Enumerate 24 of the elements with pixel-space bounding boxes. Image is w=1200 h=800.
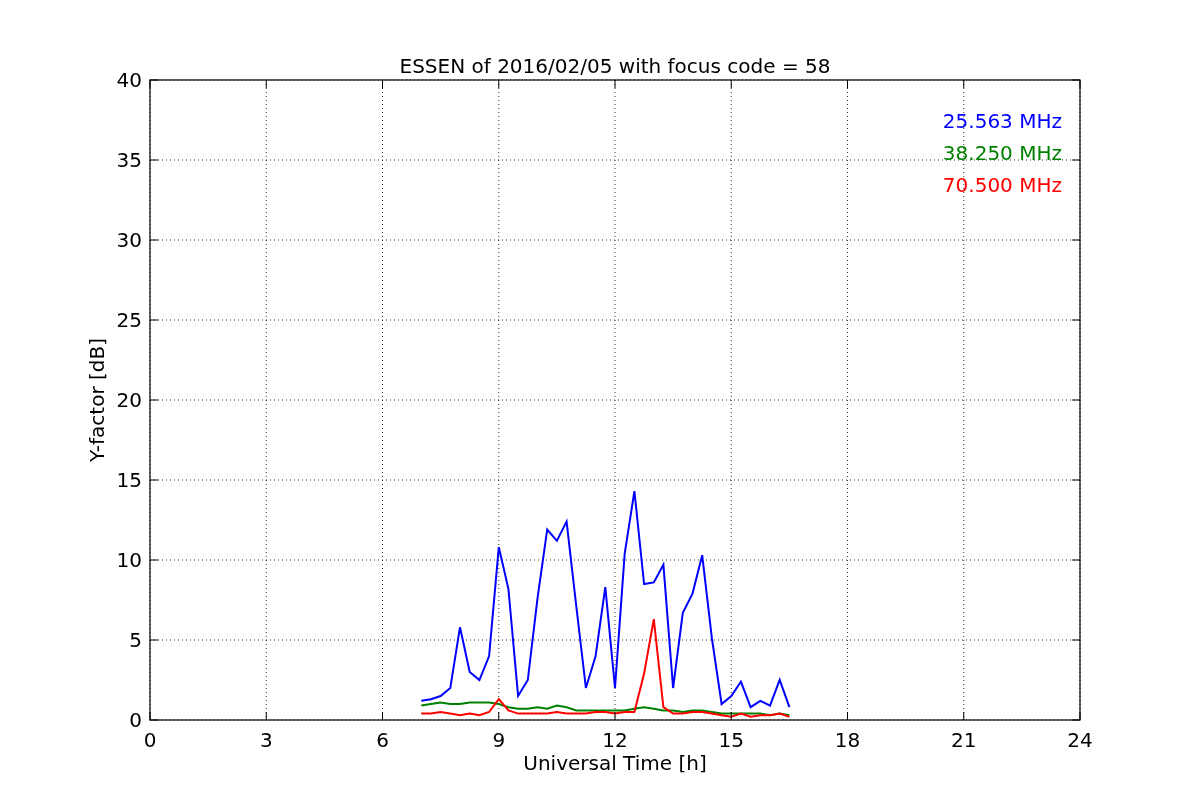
tick-label: 3 [259,728,273,752]
tick-label: 18 [834,728,861,752]
tick-label: 9 [492,728,506,752]
legend-label: 38.250 MHz [942,141,1062,165]
tick-label: 30 [116,228,142,252]
tick-label: 15 [718,728,744,752]
legend-label: 25.563 MHz [942,109,1062,133]
tick-label: 24 [1067,728,1093,752]
tick-label: 0 [143,728,157,752]
x-axis-label: Universal Time [h] [523,751,707,775]
tick-label: 35 [116,148,142,172]
tick-label: 25 [116,308,142,332]
tick-label: 21 [951,728,977,752]
chart-title: ESSEN of 2016/02/05 with focus code = 58 [399,54,831,78]
tick-label: 20 [116,388,142,412]
legend-label: 70.500 MHz [942,173,1062,197]
tick-label: 12 [602,728,628,752]
tick-label: 15 [116,468,142,492]
tick-label: 0 [129,708,142,732]
y-axis-label: Y-factor [dB] [85,338,109,462]
tick-label: 40 [116,68,142,92]
tick-label: 6 [376,728,389,752]
tick-label: 10 [116,548,142,572]
tick-label: 5 [129,628,142,652]
